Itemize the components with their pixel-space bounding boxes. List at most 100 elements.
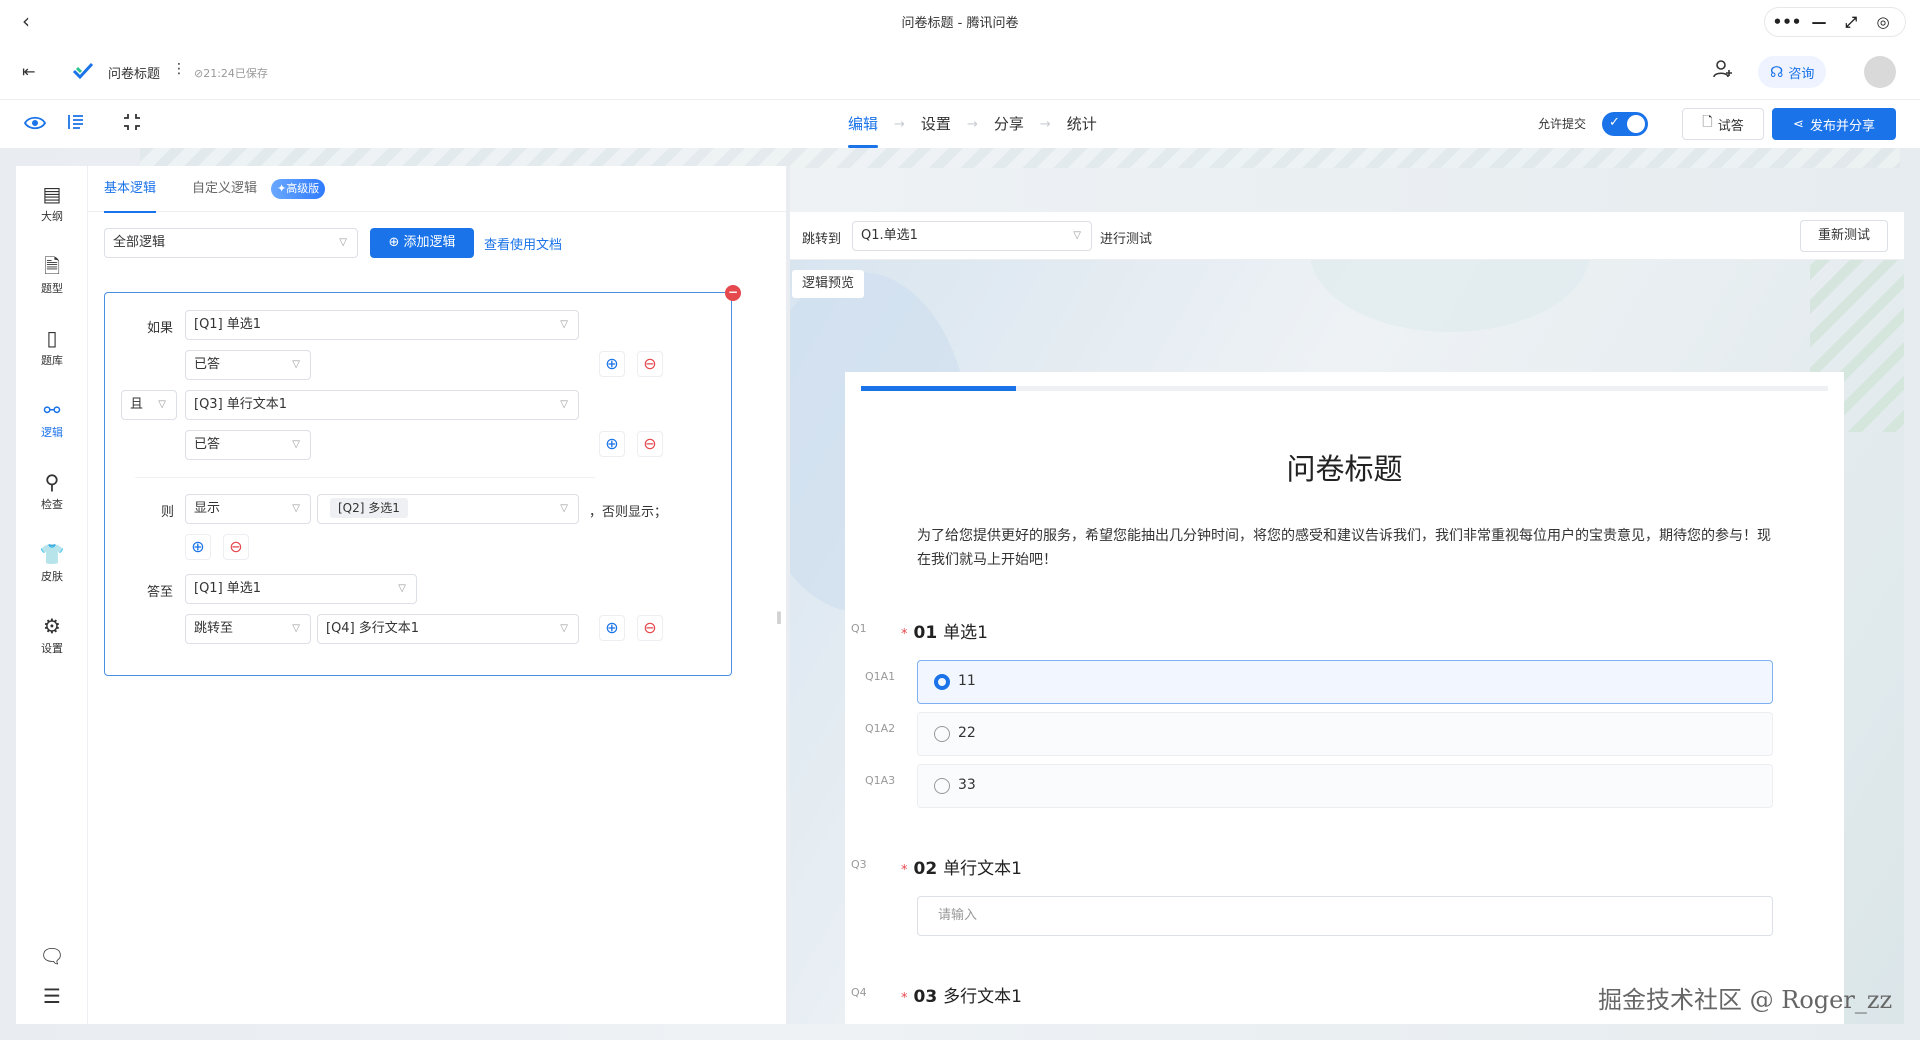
logic-filter-select[interactable]: 全部逻辑 ▽ <box>104 228 358 258</box>
question-title: * 03 多行文本1 <box>901 987 1022 1007</box>
add-logic-button[interactable]: ⊕ 添加逻辑 <box>370 228 474 258</box>
arrow-right-icon: → <box>894 116 905 132</box>
required-mark: * <box>901 863 908 878</box>
fullscreen-icon[interactable] <box>122 112 142 132</box>
watermark: 掘金技术社区 @ Roger_zz <box>1598 986 1893 1014</box>
window-title: 问卷标题 - 腾讯问卷 <box>901 16 1019 31</box>
add-condition-icon[interactable]: ⊕ <box>599 431 625 457</box>
jump-action-select[interactable]: 跳转至 ▽ <box>185 614 311 644</box>
then-target-select[interactable]: [Q2] 多选1 ▽ <box>317 494 579 524</box>
consult-button[interactable]: ☊ 咨询 <box>1758 56 1827 88</box>
sidebar-item-question-type[interactable]: 🗎 题型 <box>16 254 88 296</box>
text-answer-input[interactable]: 请输入 <box>917 896 1773 936</box>
chevron-down-icon: ▽ <box>292 359 300 370</box>
question-title: * 02 单行文本1 <box>901 859 1022 879</box>
app-header: ⇤ 问卷标题 ⋮ ⊘21:24已保存 ☊ 咨询 <box>0 44 1920 100</box>
collapse-sidebar-icon[interactable]: ☰ <box>16 984 88 1008</box>
step-edit[interactable]: 编辑 <box>848 100 879 148</box>
outline-list-icon[interactable] <box>66 112 86 132</box>
chevron-down-icon: ▽ <box>560 399 568 410</box>
chevron-down-icon: ▽ <box>1073 230 1081 241</box>
remove-condition-icon[interactable]: ⊖ <box>637 351 663 377</box>
survey-progress-bar <box>861 386 1828 391</box>
sidebar-item-skin[interactable]: 👕 皮肤 <box>16 542 88 584</box>
publish-share-button[interactable]: ⋖ 发布并分享 <box>1772 108 1896 140</box>
add-collaborator-icon[interactable] <box>1712 58 1734 80</box>
and-or-select[interactable]: 且 ▽ <box>121 390 177 420</box>
retest-button[interactable]: 重新测试 <box>1800 220 1888 252</box>
maximize-icon[interactable]: ⤢ <box>1835 13 1867 31</box>
step-share[interactable]: 分享 <box>994 100 1024 148</box>
radio-option[interactable]: 11 <box>917 660 1773 704</box>
headset-icon: ☊ <box>1770 63 1784 81</box>
then-label: 则 <box>161 505 175 520</box>
arrow-right-icon: → <box>1039 116 1051 132</box>
question-code: Q4 <box>851 986 867 999</box>
sidebar-item-logic[interactable]: ⚯ 逻辑 <box>16 398 88 440</box>
step-stats[interactable]: 统计 <box>1067 100 1097 148</box>
close-icon[interactable]: ◎ <box>1867 13 1899 31</box>
check-icon: ✓ <box>1609 115 1620 130</box>
remove-jump-icon[interactable]: ⊖ <box>637 615 663 641</box>
outline-icon: ▤ <box>42 182 62 206</box>
docs-link[interactable]: 查看使用文档 <box>484 234 562 253</box>
tab-basic-logic[interactable]: 基本逻辑 <box>104 166 157 213</box>
radio-option[interactable]: 33 <box>917 764 1773 808</box>
feedback-icon[interactable]: 🗨 <box>16 944 88 968</box>
sidebar-item-outline[interactable]: ▤ 大纲 <box>16 182 88 224</box>
exit-icon[interactable]: ⇤ <box>22 62 35 81</box>
condition2-state-select[interactable]: 已答 ▽ <box>185 430 311 460</box>
condition1-question-select[interactable]: [Q1] 单选1 ▽ <box>185 310 579 340</box>
condition1-state-select[interactable]: 已答 ▽ <box>185 350 311 380</box>
delete-rule-icon[interactable]: − <box>725 285 741 301</box>
option-code: Q1A2 <box>865 722 896 735</box>
remove-condition-icon[interactable]: ⊖ <box>637 431 663 457</box>
sidebar-item-question-bank[interactable]: ▯ 题库 <box>16 326 88 368</box>
required-mark: * <box>901 627 908 642</box>
logic-preview-tag: 逻辑预览 <box>792 270 865 298</box>
avatar[interactable] <box>1864 56 1896 88</box>
survey-title-heading: 问卷标题 <box>1286 452 1403 486</box>
plus-circle-icon: ⊕ <box>388 235 404 250</box>
remove-action-icon[interactable]: ⊖ <box>223 534 249 560</box>
title-menu-icon[interactable]: ⋮ <box>172 61 186 77</box>
window-controls: ••• — ⤢ ◎ <box>1764 7 1906 37</box>
allow-submit-toggle[interactable]: ✓ <box>1602 112 1648 136</box>
survey-preview-card: 问卷标题 为了给您提供更好的服务，希望您能抽出几分钟时间，将您的感受和建议告诉我… <box>845 372 1844 1024</box>
step-settings[interactable]: 设置 <box>921 100 951 148</box>
add-jump-icon[interactable]: ⊕ <box>599 615 625 641</box>
condition2-question-select[interactable]: [Q3] 单行文本1 ▽ <box>185 390 579 420</box>
add-action-icon[interactable]: ⊕ <box>185 534 211 560</box>
survey-title[interactable]: 问卷标题 <box>108 63 160 82</box>
check-icon: ⚲ <box>44 470 60 494</box>
option-code: Q1A1 <box>865 670 896 683</box>
logic-rule-card: − 如果 [Q1] 单选1 ▽ 已答 ▽ ⊕ ⊖ 且 ▽ [Q3] 单行文本1 ▽ 已答… <box>104 285 741 676</box>
share-icon: ⋖ <box>1793 116 1804 132</box>
survey-description: 为了给您提供更好的服务，希望您能抽出几分钟时间，将您的感受和建议告诉我们，我们非… <box>917 528 1771 568</box>
more-icon[interactable]: ••• <box>1771 13 1803 31</box>
radio-option[interactable]: 22 <box>917 712 1773 756</box>
logic-icon: ⚯ <box>43 398 61 422</box>
document-icon: 🗋 <box>1702 115 1713 130</box>
preview-eye-icon[interactable] <box>24 112 46 134</box>
radio-unchecked-icon <box>934 778 950 794</box>
sidebar-item-check[interactable]: ⚲ 检查 <box>16 470 88 512</box>
chevron-down-icon: ▽ <box>158 399 166 410</box>
minimize-icon[interactable]: — <box>1803 13 1835 31</box>
tab-custom-logic[interactable]: 自定义逻辑 <box>192 166 257 212</box>
editor-toolbar: 编辑 → 设置 → 分享 → 统计 允许提交 ✓ 🗋 试答 ⋖ 发布并分享 <box>0 100 1920 148</box>
run-test-label[interactable]: 进行测试 <box>1100 228 1152 247</box>
sidebar-item-settings[interactable]: ⚙ 设置 <box>16 614 88 656</box>
then-action-select[interactable]: 显示 ▽ <box>185 494 311 524</box>
jump-to-select[interactable]: Q1.单选1 ▽ <box>852 221 1092 251</box>
chevron-down-icon: ▽ <box>292 439 300 450</box>
chevron-down-icon: ▽ <box>560 623 568 634</box>
answer-question-select[interactable]: [Q1] 单选1 ▽ <box>185 574 417 604</box>
add-condition-icon[interactable]: ⊕ <box>599 351 625 377</box>
try-answer-button[interactable]: 🗋 试答 <box>1682 108 1764 140</box>
chevron-down-icon: ▽ <box>292 623 300 634</box>
drag-handle-icon[interactable]: ‖ <box>776 610 782 624</box>
chevron-down-icon: ▽ <box>398 583 406 594</box>
rule-divider <box>135 477 595 478</box>
jump-target-select[interactable]: [Q4] 多行文本1 ▽ <box>317 614 579 644</box>
